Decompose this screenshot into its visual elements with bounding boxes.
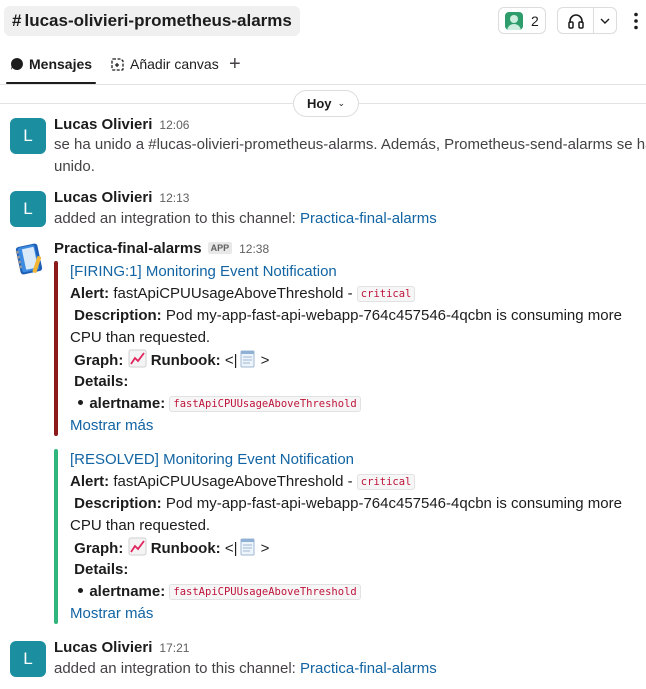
user-avatar-icon bbox=[505, 11, 523, 30]
alert-attachment-firing: [FIRING:1] Monitoring Event Notification… bbox=[54, 261, 644, 436]
runbook-label: Runbook: bbox=[150, 540, 221, 557]
attachment-content: [RESOLVED] Monitoring Event Notification… bbox=[70, 449, 644, 625]
runbook-open: <| bbox=[220, 352, 238, 369]
avatar[interactable]: L bbox=[10, 641, 46, 677]
tab-messages-label: Mensajes bbox=[29, 56, 93, 72]
tab-messages[interactable]: Mensajes bbox=[5, 44, 97, 84]
message-text-line: se ha unido a #lucas-olivieri-prometheus… bbox=[54, 136, 646, 153]
notepad-emoji[interactable] bbox=[238, 349, 257, 368]
description-text: Pod my-app-fast-api-webapp-764c457546-4q… bbox=[161, 307, 622, 324]
runbook-close: > bbox=[260, 352, 270, 369]
channel-tabs: Mensajes Añadir canvas + bbox=[0, 44, 646, 84]
show-more-link[interactable]: Mostrar más bbox=[70, 417, 153, 434]
chat-bubble-icon bbox=[10, 57, 24, 71]
canvas-icon bbox=[110, 57, 125, 72]
alertname-code: fastApiCPUUsageAboveThreshold bbox=[169, 396, 361, 412]
alertname-code: fastApiCPUUsageAboveThreshold bbox=[169, 584, 361, 600]
alertname-label: alertname: bbox=[89, 395, 166, 412]
message-meta: Lucas Olivieri 17:21 bbox=[54, 639, 189, 659]
severity-code: critical bbox=[356, 474, 416, 490]
channel-hash: # bbox=[12, 11, 22, 30]
description-text: CPU than requested. bbox=[70, 329, 211, 346]
message-meta: Lucas Olivieri 12:13 bbox=[54, 189, 189, 209]
message-text-body: added an integration to this channel: bbox=[54, 210, 301, 227]
notepad-emoji[interactable] bbox=[238, 537, 257, 556]
message-time[interactable]: 12:06 bbox=[159, 118, 189, 132]
sender-name[interactable]: Lucas Olivieri bbox=[54, 116, 152, 133]
attachment-color-bar bbox=[54, 261, 58, 436]
members-button[interactable]: 2 bbox=[498, 7, 546, 34]
show-more-link[interactable]: Mostrar más bbox=[70, 605, 153, 622]
bullet-icon bbox=[78, 588, 84, 593]
bullet-icon bbox=[78, 400, 84, 405]
alert-label: Alert: bbox=[70, 473, 110, 490]
message-item: L Lucas Olivieri 17:21 added an integrat… bbox=[0, 639, 646, 683]
message-text: added an integration to this channel: Pr… bbox=[54, 658, 437, 680]
message-item: L Lucas Olivieri 12:06 se ha unido a #lu… bbox=[0, 116, 646, 178]
sender-name[interactable]: Practica-final-alarms bbox=[54, 240, 202, 257]
message-text-line: unido. bbox=[54, 158, 95, 175]
huddle-button[interactable] bbox=[557, 7, 617, 34]
integration-link[interactable]: Practica-final-alarms bbox=[300, 660, 437, 677]
runbook-open: <| bbox=[220, 540, 238, 557]
alert-value: fastApiCPUUsageAboveThreshold - bbox=[109, 285, 357, 302]
app-badge: APP bbox=[207, 242, 233, 254]
attachment-content: [FIRING:1] Monitoring Event Notification… bbox=[70, 261, 644, 437]
message-meta: Practica-final-alarms APP 12:38 bbox=[54, 240, 269, 260]
message-time[interactable]: 12:13 bbox=[159, 191, 189, 205]
add-tab-button[interactable]: + bbox=[229, 44, 241, 84]
severity-code: critical bbox=[356, 286, 416, 302]
date-divider-button[interactable]: Hoy ⌄ bbox=[293, 90, 359, 117]
graph-label: Graph: bbox=[74, 352, 124, 369]
date-divider-label: Hoy bbox=[306, 96, 332, 111]
description-label: Description: bbox=[74, 307, 162, 324]
message-time[interactable]: 12:38 bbox=[239, 242, 269, 256]
alert-attachment-resolved: [RESOLVED] Monitoring Event Notification… bbox=[54, 449, 644, 624]
attachment-title-link[interactable]: [FIRING:1] Monitoring Event Notification bbox=[70, 263, 337, 280]
tab-add-canvas[interactable]: Añadir canvas bbox=[110, 44, 219, 84]
integration-link[interactable]: Practica-final-alarms bbox=[300, 210, 437, 227]
chart-increasing-emoji[interactable] bbox=[128, 537, 147, 556]
alert-value: fastApiCPUUsageAboveThreshold - bbox=[109, 473, 357, 490]
details-label: Details: bbox=[74, 561, 129, 578]
channel-name: lucas-olivieri-prometheus-alarms bbox=[24, 11, 292, 30]
details-label: Details: bbox=[74, 373, 129, 390]
graph-label: Graph: bbox=[74, 540, 124, 557]
message-time[interactable]: 17:21 bbox=[159, 641, 189, 655]
message-text: added an integration to this channel: Pr… bbox=[54, 208, 437, 230]
description-text: Pod my-app-fast-api-webapp-764c457546-4q… bbox=[161, 495, 622, 512]
runbook-close: > bbox=[260, 540, 270, 557]
description-label: Description: bbox=[74, 495, 162, 512]
bot-message: Practica-final-alarms APP 12:38 [FIRING:… bbox=[0, 240, 646, 630]
message-item: L Lucas Olivieri 12:13 added an integrat… bbox=[0, 189, 646, 233]
alert-label: Alert: bbox=[70, 285, 110, 302]
message-text: se ha unido a #lucas-olivieri-prometheus… bbox=[54, 134, 646, 178]
chart-increasing-emoji[interactable] bbox=[128, 349, 147, 368]
sender-name[interactable]: Lucas Olivieri bbox=[54, 639, 152, 656]
description-text: CPU than requested. bbox=[70, 517, 211, 534]
tab-add-canvas-label: Añadir canvas bbox=[130, 56, 219, 72]
runbook-label: Runbook: bbox=[150, 352, 221, 369]
channel-header: # lucas-olivieri-prometheus-alarms 2 Men… bbox=[0, 0, 646, 85]
sender-name[interactable]: Lucas Olivieri bbox=[54, 189, 152, 206]
avatar[interactable]: L bbox=[10, 118, 46, 154]
attachment-title-link[interactable]: [RESOLVED] Monitoring Event Notification bbox=[70, 451, 354, 468]
alertname-label: alertname: bbox=[89, 583, 166, 600]
message-text-body: added an integration to this channel: bbox=[54, 660, 301, 677]
avatar[interactable]: L bbox=[10, 191, 46, 227]
notebook-app-icon[interactable] bbox=[10, 240, 46, 276]
member-count: 2 bbox=[531, 12, 539, 29]
chevron-down-icon[interactable] bbox=[594, 17, 616, 25]
headphones-icon[interactable] bbox=[558, 8, 594, 33]
message-meta: Lucas Olivieri 12:06 bbox=[54, 116, 189, 136]
channel-name-button[interactable]: # lucas-olivieri-prometheus-alarms bbox=[4, 6, 300, 36]
attachment-color-bar bbox=[54, 449, 58, 624]
chevron-down-icon: ⌄ bbox=[337, 98, 346, 108]
kebab-icon[interactable] bbox=[629, 9, 643, 33]
